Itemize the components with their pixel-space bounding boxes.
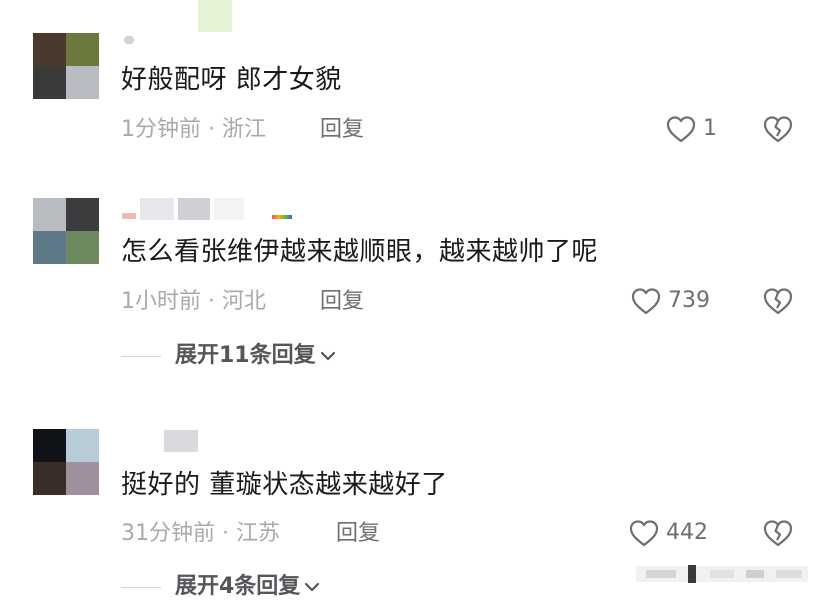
reply-button[interactable]: 回复 [320, 288, 364, 316]
comment-location: 江苏 [236, 521, 281, 546]
avatar-tile [66, 33, 99, 66]
expand-replies-button[interactable]: 展开11条回复 [121, 342, 336, 370]
avatar-tile [33, 429, 66, 462]
heart-outline-icon [629, 520, 659, 547]
avatar-tile [33, 33, 66, 66]
comment-text: 好般配呀 郎才女貌 [121, 65, 342, 95]
broken-heart-icon[interactable] [762, 286, 794, 316]
broken-heart-icon[interactable] [762, 114, 794, 144]
divider-line [121, 586, 161, 588]
chevron-down-icon [305, 582, 320, 592]
comment-text: 怎么看张维伊越来越顺眼，越来越帅了呢 [121, 237, 599, 267]
expand-replies-label: 展开11条回复 [175, 343, 316, 368]
avatar-tile [33, 66, 66, 99]
divider-line [121, 355, 161, 357]
broken-heart-icon[interactable] [762, 518, 794, 548]
avatar-tile [66, 231, 99, 264]
expand-replies-button[interactable]: 展开4条回复 [121, 573, 320, 601]
like-count: 442 [666, 520, 708, 545]
comment-location: 河北 [222, 289, 267, 314]
avatar-tile [66, 462, 99, 495]
heart-outline-icon [666, 116, 696, 143]
avatar-tile [33, 462, 66, 495]
reply-button[interactable]: 回复 [336, 520, 380, 548]
blurred-username-fragment [124, 36, 134, 44]
blurred-username-fragment [198, 0, 232, 32]
expand-replies-label: 展开4条回复 [175, 574, 301, 599]
like-button[interactable]: 442 [628, 518, 708, 548]
comment-time: 1小时前 [121, 289, 201, 314]
blurred-watermark [636, 565, 808, 583]
blurred-username [122, 198, 292, 220]
comment-meta: 1小时前 · 河北 [121, 288, 266, 316]
meta-dot: · [208, 117, 215, 142]
comment-time: 31分钟前 [121, 521, 215, 546]
like-button[interactable]: 739 [630, 286, 710, 316]
heart-outline-icon [631, 288, 661, 315]
avatar-tile [33, 231, 66, 264]
blurred-username [164, 430, 198, 452]
avatar[interactable] [33, 33, 99, 99]
meta-dot: · [208, 289, 215, 314]
like-button[interactable]: 1 [665, 114, 717, 144]
comment-text: 挺好的 董璇状态越来越好了 [121, 470, 448, 500]
comment-time: 1分钟前 [121, 117, 201, 142]
avatar[interactable] [33, 198, 99, 264]
avatar[interactable] [33, 429, 99, 495]
avatar-tile [66, 429, 99, 462]
avatar-tile [33, 198, 66, 231]
reply-button[interactable]: 回复 [320, 116, 364, 144]
meta-dot: · [222, 521, 229, 546]
comment-meta: 1分钟前 · 浙江 [121, 116, 266, 144]
like-count: 739 [668, 288, 710, 313]
chevron-down-icon [320, 351, 335, 361]
comment-location: 浙江 [222, 117, 267, 142]
avatar-tile [66, 198, 99, 231]
avatar-tile [66, 66, 99, 99]
like-count: 1 [703, 116, 717, 141]
comment-meta: 31分钟前 · 江苏 [121, 520, 280, 548]
